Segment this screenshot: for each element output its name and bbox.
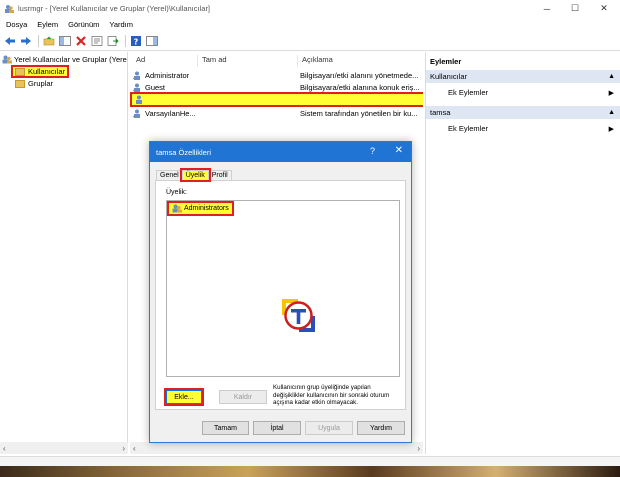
tree-root-label: Yerel Kullanıcılar ve Gruplar (Yerel) bbox=[14, 55, 128, 64]
up-folder-icon[interactable] bbox=[42, 35, 56, 48]
scroll-right-icon[interactable]: › bbox=[417, 444, 423, 453]
add-button[interactable]: Ekle... bbox=[164, 388, 204, 406]
user-icon bbox=[132, 83, 140, 92]
member-of-item-label: Administrators bbox=[184, 205, 229, 212]
lusrmgr-app-icon bbox=[5, 4, 14, 13]
user-description: Bilgisayara/etki alanına konuk eriş... bbox=[300, 83, 420, 92]
more-actions-users[interactable]: Ek Eylemler ▶ bbox=[426, 86, 620, 99]
help-icon[interactable]: ? bbox=[129, 35, 143, 48]
submenu-arrow-icon: ▶ bbox=[608, 125, 614, 133]
collapse-arrow-icon[interactable]: ▲ bbox=[608, 73, 615, 80]
member-of-item[interactable]: Administrators bbox=[167, 201, 234, 216]
show-hide-tree-icon[interactable] bbox=[58, 35, 72, 48]
help-button[interactable]: Yardım bbox=[357, 421, 405, 435]
tab-profile[interactable]: Profil bbox=[207, 170, 232, 180]
dialog-help-button[interactable]: ? bbox=[370, 146, 375, 156]
user-icon bbox=[132, 109, 140, 118]
properties-icon[interactable] bbox=[90, 35, 104, 48]
list-item-selected[interactable] bbox=[130, 92, 423, 107]
tab-membership[interactable]: Üyelik bbox=[179, 168, 211, 182]
toolbar-separator bbox=[38, 35, 39, 47]
menu-action[interactable]: Eylem bbox=[37, 20, 58, 29]
t-logo-icon bbox=[282, 299, 315, 332]
toolbar-separator bbox=[125, 35, 126, 47]
status-bar bbox=[0, 456, 620, 466]
dialog-close-button[interactable]: ✕ bbox=[395, 145, 403, 156]
toolbar: ? bbox=[0, 32, 620, 51]
desktop-background-strip bbox=[0, 466, 620, 477]
user-icon bbox=[132, 71, 140, 80]
actions-section-users[interactable]: Kullanıcılar ▲ bbox=[426, 70, 620, 83]
actions-section-title: tamsa bbox=[430, 108, 451, 117]
list-item[interactable]: VarsayılanHe... Sistem tarafından yöneti… bbox=[130, 108, 423, 119]
window-title: lusrmgr - [Yerel Kullanıcılar ve Gruplar… bbox=[18, 4, 211, 13]
membership-note: Kullanıcının grup üyeliğinde yapılan değ… bbox=[273, 384, 390, 406]
user-description: Sistem tarafından yönetilen bir ku... bbox=[300, 109, 418, 118]
actions-pane: Eylemler Kullanıcılar ▲ Ek Eylemler ▶ ta… bbox=[425, 52, 620, 454]
actions-section-title: Kullanıcılar bbox=[430, 72, 468, 81]
folder-icon bbox=[15, 79, 25, 88]
delete-icon[interactable] bbox=[74, 35, 88, 48]
tree-root[interactable]: Yerel Kullanıcılar ve Gruplar (Yerel) bbox=[2, 55, 128, 64]
cancel-button[interactable]: İptal bbox=[253, 421, 301, 435]
tree-item-users-label: Kullanıcılar bbox=[28, 67, 66, 76]
folder-icon bbox=[15, 67, 25, 76]
actions-header: Eylemler bbox=[430, 57, 462, 66]
tree-item-groups[interactable]: Gruplar bbox=[15, 79, 53, 88]
more-actions-label: Ek Eylemler bbox=[448, 88, 489, 97]
back-arrow-icon[interactable] bbox=[3, 35, 17, 48]
console-tree-pane: Yerel Kullanıcılar ve Gruplar (Yerel) Ku… bbox=[0, 52, 128, 454]
member-of-list[interactable]: Administrators bbox=[166, 200, 400, 377]
actions-section-tamsa[interactable]: tamsa ▲ bbox=[426, 106, 620, 119]
column-header-name[interactable]: Ad bbox=[132, 55, 198, 67]
user-description: Bilgisayarı/etki alanını yönetmede... bbox=[300, 71, 419, 80]
show-action-pane-icon[interactable] bbox=[145, 35, 159, 48]
remove-button[interactable]: Kaldır bbox=[219, 390, 267, 404]
tree-horizontal-scrollbar[interactable]: ‹ › bbox=[0, 442, 128, 454]
menu-view[interactable]: Görünüm bbox=[68, 20, 99, 29]
scroll-left-icon[interactable]: ‹ bbox=[130, 444, 136, 453]
list-horizontal-scrollbar[interactable]: ‹ › bbox=[130, 442, 423, 454]
forward-arrow-icon[interactable] bbox=[19, 35, 33, 48]
dialog-title-bar[interactable]: tamsa Özellikleri ? ✕ bbox=[150, 142, 411, 162]
submenu-arrow-icon: ▶ bbox=[608, 89, 614, 97]
user-name: VarsayılanHe... bbox=[145, 109, 196, 118]
user-icon bbox=[136, 95, 142, 104]
scroll-right-icon[interactable]: › bbox=[122, 444, 128, 453]
user-name: Administrator bbox=[145, 71, 190, 80]
users-groups-icon bbox=[2, 55, 12, 64]
apply-button[interactable]: Uygula bbox=[305, 421, 353, 435]
dialog-title: tamsa Özellikleri bbox=[156, 147, 212, 157]
menu-help[interactable]: Yardım bbox=[109, 20, 133, 29]
dialog-tabs: Genel Üyelik Profil bbox=[156, 168, 232, 182]
ok-button[interactable]: Tamam bbox=[202, 421, 249, 435]
more-actions-label: Ek Eylemler bbox=[448, 124, 489, 133]
group-icon bbox=[172, 204, 182, 213]
tab-general[interactable]: Genel bbox=[156, 170, 183, 180]
more-actions-tamsa[interactable]: Ek Eylemler ▶ bbox=[426, 122, 620, 135]
properties-dialog: tamsa Özellikleri ? ✕ Genel Üyelik Profi… bbox=[149, 141, 412, 443]
list-item[interactable]: Guest Bilgisayara/etki alanına konuk eri… bbox=[130, 82, 423, 93]
collapse-arrow-icon[interactable]: ▲ bbox=[608, 109, 615, 116]
column-header-fullname[interactable]: Tam ad bbox=[198, 55, 298, 67]
title-bar: lusrmgr - [Yerel Kullanıcılar ve Gruplar… bbox=[0, 0, 620, 17]
scroll-left-icon[interactable]: ‹ bbox=[0, 444, 6, 453]
user-name: Guest bbox=[145, 83, 166, 92]
close-button[interactable]: ✕ bbox=[590, 0, 618, 17]
tree-item-groups-label: Gruplar bbox=[28, 79, 54, 88]
menu-bar: Dosya Eylem Görünüm Yardım bbox=[0, 17, 620, 32]
menu-file[interactable]: Dosya bbox=[6, 20, 27, 29]
maximize-button[interactable]: ☐ bbox=[561, 0, 589, 17]
member-of-label: Üyelik: bbox=[166, 189, 188, 196]
svg-text:?: ? bbox=[134, 37, 139, 46]
membership-panel: Üyelik: Administrators Ekle... Kaldır Ku… bbox=[155, 180, 406, 410]
tree-item-users[interactable]: Kullanıcılar bbox=[10, 65, 70, 78]
export-list-icon[interactable] bbox=[106, 35, 120, 48]
list-item[interactable]: Administrator Bilgisayarı/etki alanını y… bbox=[130, 70, 423, 81]
column-header-description[interactable]: Açıklama bbox=[298, 55, 423, 67]
minimize-button[interactable]: ─ bbox=[533, 0, 561, 17]
